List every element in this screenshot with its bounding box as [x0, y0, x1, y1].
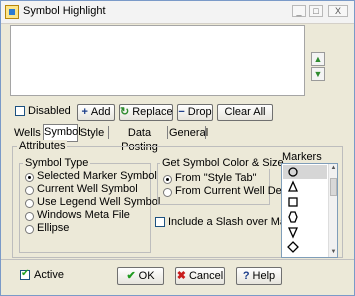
arrow-down-icon: ▼: [313, 69, 323, 79]
disabled-label: Disabled: [28, 105, 71, 117]
attributes-title: Attributes: [17, 140, 68, 152]
marker-triangle[interactable]: [283, 180, 327, 194]
move-down-button[interactable]: ▼: [311, 67, 325, 81]
from-style-tab-label: From "Style Tab": [175, 172, 257, 184]
cancel-button[interactable]: ✖ Cancel: [175, 267, 225, 285]
selected-marker-symbol-label: Selected Marker Symbol: [37, 170, 157, 182]
minimize-button[interactable]: _: [292, 5, 306, 17]
window-title: Symbol Highlight: [23, 5, 106, 17]
drop-button[interactable]: − Drop: [177, 104, 213, 121]
tab-separator: [108, 126, 109, 139]
radio-selected-marker-symbol[interactable]: [25, 173, 34, 182]
square-icon: [288, 197, 298, 207]
color-size-title: Get Symbol Color & Size: [160, 157, 286, 169]
marker-inverted-triangle[interactable]: [283, 225, 327, 239]
replace-button[interactable]: ↻ Replace: [119, 104, 173, 121]
cancel-label: Cancel: [188, 269, 224, 282]
help-label: Help: [252, 269, 276, 282]
tab-separator: [205, 126, 206, 139]
add-button[interactable]: + Add: [77, 104, 115, 121]
refresh-icon: ↻: [120, 106, 130, 118]
marker-hexagon[interactable]: [283, 210, 327, 224]
markers-title: Markers: [282, 151, 322, 163]
marker-square[interactable]: [283, 195, 327, 209]
x-icon: ✖: [176, 269, 186, 282]
marker-diamond[interactable]: [283, 240, 327, 254]
inverted-triangle-icon: [287, 227, 299, 239]
minus-icon: −: [178, 106, 185, 118]
title-bar: Symbol Highlight _ □ X: [1, 1, 354, 24]
ok-button[interactable]: ✔ OK: [117, 267, 164, 285]
markers-list[interactable]: ▲ ▼: [281, 163, 338, 258]
replace-label: Replace: [132, 106, 173, 118]
active-checkbox[interactable]: [20, 268, 30, 280]
check-icon: ✔: [126, 269, 136, 282]
close-button[interactable]: X: [328, 5, 348, 17]
footer-divider: [1, 259, 354, 260]
clear-all-button[interactable]: Clear All: [217, 104, 273, 121]
plus-icon: +: [81, 106, 88, 118]
scroll-up-icon[interactable]: ▲: [330, 165, 337, 172]
highlight-list[interactable]: [10, 25, 305, 96]
ok-label: OK: [138, 269, 155, 282]
scroll-down-icon[interactable]: ▼: [330, 249, 337, 256]
symbol-highlight-window: Symbol Highlight _ □ X ▲ ▼ Disabled + Add…: [0, 0, 355, 296]
symbol-type-title: Symbol Type: [23, 157, 91, 169]
disabled-checkbox[interactable]: [15, 106, 25, 116]
arrow-up-icon: ▲: [313, 54, 323, 64]
marker-circle[interactable]: [283, 165, 327, 179]
tab-general[interactable]: General: [169, 126, 208, 141]
help-icon: ?: [242, 269, 250, 282]
radio-ellipse[interactable]: [25, 225, 34, 234]
maximize-button[interactable]: □: [309, 5, 323, 17]
hexagon-icon: [288, 211, 298, 223]
include-slash-checkbox[interactable]: [155, 217, 165, 227]
radio-from-current-well-descr[interactable]: [163, 188, 172, 197]
add-label: Add: [90, 106, 111, 118]
active-label: Active: [34, 269, 64, 281]
drop-label: Drop: [187, 106, 212, 118]
radio-windows-meta-file[interactable]: [25, 212, 34, 221]
tab-data-posting[interactable]: Data Posting: [111, 126, 168, 153]
radio-current-well-symbol[interactable]: [25, 186, 34, 195]
diamond-icon: [287, 241, 299, 253]
triangle-icon: [287, 180, 299, 192]
use-legend-well-symbol-label: Use Legend Well Symbol: [37, 196, 161, 208]
circle-icon: [288, 167, 298, 177]
help-button[interactable]: ? Help: [236, 267, 282, 285]
ellipse-label: Ellipse: [37, 222, 70, 234]
tab-wells[interactable]: Wells: [14, 126, 41, 141]
scroll-thumb[interactable]: [330, 178, 337, 196]
markers-scrollbar[interactable]: ▲ ▼: [328, 164, 337, 257]
color-size-group: [157, 163, 270, 205]
move-up-button[interactable]: ▲: [311, 52, 325, 66]
app-icon: [5, 5, 19, 19]
tab-separator: [167, 126, 168, 139]
tab-style[interactable]: Style: [79, 126, 105, 141]
radio-from-style-tab[interactable]: [163, 175, 172, 184]
current-well-symbol-label: Current Well Symbol: [37, 183, 138, 195]
radio-use-legend-well-symbol[interactable]: [25, 199, 34, 208]
windows-meta-file-label: Windows Meta File: [37, 209, 130, 221]
